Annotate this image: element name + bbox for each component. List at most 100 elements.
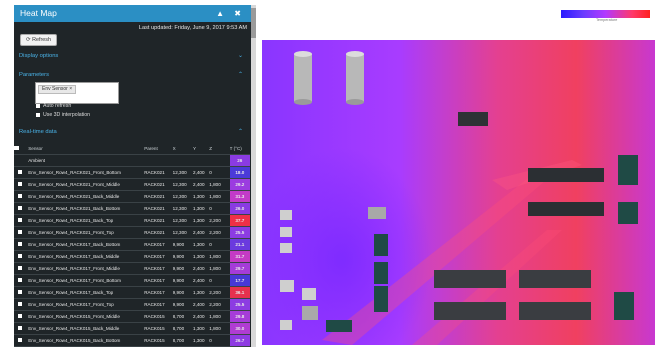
y-value: 1,300 <box>193 322 210 335</box>
realtime-data-header[interactable]: Real-time data <box>19 129 57 135</box>
temperature-value: 36.1 <box>229 286 250 299</box>
col-parent[interactable]: Parent <box>144 143 173 155</box>
row-checkbox[interactable] <box>14 250 27 263</box>
floor-plan-heat-map[interactable] <box>262 40 655 345</box>
row-checkbox[interactable] <box>14 334 27 347</box>
row-checkbox[interactable] <box>14 178 27 191</box>
auto-refresh-checkbox[interactable] <box>36 103 40 108</box>
row-checkbox[interactable] <box>14 298 27 311</box>
row-checkbox[interactable] <box>14 274 27 287</box>
x-value: 9,900 <box>172 238 194 251</box>
last-updated-text: Last updated: Friday, June 9, 2017 9:53 … <box>138 25 247 31</box>
equipment-unit[interactable] <box>458 112 488 126</box>
rack-row[interactable] <box>519 270 591 288</box>
auto-refresh-option[interactable]: Auto refresh <box>36 103 71 109</box>
crac-unit[interactable] <box>618 202 638 224</box>
table-row[interactable]: Env_Sensor_Row4_RACK021_Back_Middle RACK0… <box>14 190 250 203</box>
chip-remove-icon[interactable]: × <box>69 86 72 92</box>
equipment-box[interactable] <box>280 227 292 237</box>
row-checkbox[interactable] <box>14 238 27 251</box>
row-checkbox[interactable] <box>14 166 27 179</box>
equipment-box[interactable] <box>302 288 316 300</box>
row-checkbox[interactable] <box>14 214 27 227</box>
crac-unit[interactable] <box>374 286 388 312</box>
parent-name: RACK015 <box>144 322 173 335</box>
row-checkbox[interactable] <box>14 190 27 203</box>
table-row[interactable]: Env_Sensor_Row4_RACK015_Front_Middle RACK… <box>14 310 250 323</box>
sensor-name: Env_Sensor_Row4_RACK017_Front_Middle <box>26 262 145 275</box>
col-x[interactable]: X <box>172 143 194 155</box>
table-row[interactable]: Env_Sensor_Row4_RACK017_Back_Top RACK017 9… <box>14 286 250 299</box>
table-row[interactable]: Env_Sensor_Row4_RACK021_Back_Top RACK021 1… <box>14 214 250 227</box>
auto-refresh-label: Auto refresh <box>43 103 72 109</box>
table-row[interactable]: Env_Sensor_Row4_RACK021_Front_Middle RACK… <box>14 178 250 191</box>
table-header-row: Sensor Parent X Y Z T (°C) <box>14 143 250 155</box>
rack-row[interactable] <box>434 302 506 320</box>
row-checkbox[interactable] <box>14 226 27 239</box>
equipment-box[interactable] <box>280 320 292 330</box>
chevron-down-icon[interactable]: ⌄ <box>238 52 243 59</box>
equipment-unit[interactable] <box>368 207 386 219</box>
table-row[interactable]: Env_Sensor_Row4_RACK017_Front_Top RACK017… <box>14 298 250 311</box>
cylinder-unit[interactable] <box>294 51 312 105</box>
cylinder-unit[interactable] <box>346 51 364 105</box>
equipment-box[interactable] <box>280 210 292 220</box>
rack-row[interactable] <box>434 270 506 288</box>
table-row[interactable]: Env_Sensor_Row4_RACK021_Back_Bottom RACK0… <box>14 202 250 215</box>
z-value: 0 <box>209 202 230 215</box>
equipment-box[interactable] <box>280 243 292 253</box>
display-options-header[interactable]: Display options <box>19 53 58 59</box>
table-row[interactable]: Env_Sensor_Row4_RACK017_Front_Bottom RACK… <box>14 274 250 287</box>
table-row[interactable]: Env_Sensor_Row4_RACK017_Front_Middle RACK… <box>14 262 250 275</box>
chevron-up-icon[interactable]: ⌃ <box>238 128 243 135</box>
sensor-type-chip[interactable]: Env Sensor × <box>38 85 77 94</box>
table-row[interactable]: Env_Sensor_Row4_RACK017_Back_Middle RACK0… <box>14 250 250 263</box>
sensor-name: Env_Sensor_Row4_RACK017_Front_Top <box>26 298 145 311</box>
z-value: 1,800 <box>209 250 230 263</box>
rack-row[interactable] <box>528 168 604 182</box>
crac-unit[interactable] <box>326 320 352 332</box>
equipment-box[interactable] <box>280 280 294 292</box>
sensor-name: Env_Sensor_Row4_RACK017_Back_Top <box>26 286 145 299</box>
sensor-name: Env_Sensor_Row4_RACK021_Back_Middle <box>26 190 145 203</box>
row-checkbox[interactable] <box>14 202 27 215</box>
row-checkbox[interactable] <box>14 310 27 323</box>
parent-name: RACK017 <box>144 286 173 299</box>
y-value: 2,400 <box>193 166 210 179</box>
floor-plan-objects <box>280 51 638 345</box>
sensor-name: Env_Sensor_Row4_RACK021_Back_Bottom <box>26 202 145 215</box>
panel-window-controls[interactable]: ▲ ✖ <box>216 5 245 22</box>
col-z[interactable]: Z <box>209 143 230 155</box>
table-row[interactable]: Env_Sensor_Row4_RACK015_Back_Middle RACK0… <box>14 322 250 335</box>
table-row[interactable]: Env_Sensor_Row4_RACK017_Back_Bottom RACK0… <box>14 238 250 251</box>
select-all-checkbox[interactable] <box>14 143 27 155</box>
crac-unit[interactable] <box>374 262 388 284</box>
use-3d-option[interactable]: Use 3D interpolation <box>36 112 90 118</box>
temperature-value: 17.7 <box>229 274 250 287</box>
col-y[interactable]: Y <box>193 143 210 155</box>
temperature-value: 37.7 <box>229 214 250 227</box>
rack-row[interactable] <box>528 202 604 216</box>
row-checkbox[interactable] <box>14 322 27 335</box>
equipment-box[interactable] <box>302 306 318 320</box>
col-sensor[interactable]: Sensor <box>26 143 145 155</box>
refresh-icon: ⟳ <box>26 37 31 43</box>
sensor-name: Env_Sensor_Row4_RACK021_Front_Bottom <box>26 166 145 179</box>
col-temperature[interactable]: T (°C) <box>229 143 250 155</box>
table-row[interactable]: Env_Sensor_Row4_RACK021_Front_Top RACK021… <box>14 226 250 239</box>
y-value: 2,400 <box>193 262 210 275</box>
crac-unit[interactable] <box>618 155 638 185</box>
crac-unit[interactable] <box>374 234 388 256</box>
rack-row[interactable] <box>519 302 591 320</box>
refresh-button[interactable]: ⟳ Refresh <box>20 34 57 46</box>
table-row[interactable]: Env_Sensor_Row4_RACK015_Back_Bottom RACK0… <box>14 334 250 347</box>
chevron-up-icon[interactable]: ⌃ <box>238 71 243 78</box>
y-value: 2,400 <box>193 178 210 191</box>
use-3d-checkbox[interactable] <box>36 112 40 117</box>
parameters-header[interactable]: Parameters <box>19 72 49 78</box>
row-checkbox[interactable] <box>14 262 27 275</box>
table-row[interactable]: Env_Sensor_Row4_RACK021_Front_Bottom RACK… <box>14 166 250 179</box>
crac-unit[interactable] <box>614 292 634 320</box>
row-checkbox[interactable] <box>14 286 27 299</box>
sensor-type-multiselect[interactable]: Env Sensor × <box>35 82 119 104</box>
